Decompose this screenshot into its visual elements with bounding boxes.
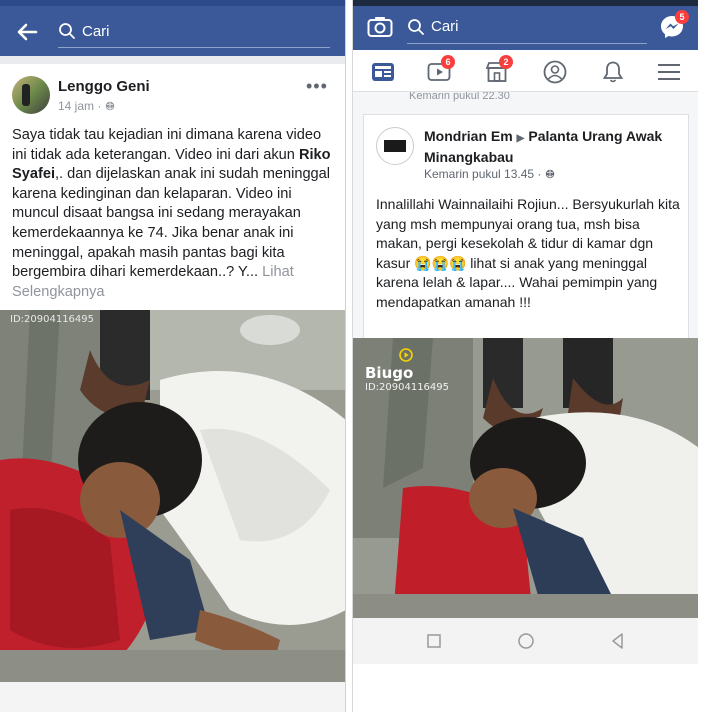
photo-watermark: ID:20904116495 bbox=[365, 382, 450, 393]
avatar[interactable] bbox=[12, 76, 50, 114]
search-placeholder[interactable]: Cari bbox=[82, 23, 110, 40]
meta-separator: · bbox=[537, 167, 542, 181]
watch-badge: 6 bbox=[441, 55, 455, 69]
photo-logo: Biugo bbox=[365, 348, 413, 382]
search-bar[interactable]: Cari bbox=[407, 14, 647, 44]
back-icon[interactable] bbox=[609, 632, 627, 650]
news-feed: Kemarin pukul 22.30 Mondrian Em ▶ Palanta … bbox=[353, 92, 698, 338]
post-card: Mondrian Em ▶ Palanta Urang Awak Minangkab… bbox=[363, 114, 689, 338]
post-author-line: Mondrian Em ▶ Palanta Urang Awak Minangkab… bbox=[424, 127, 686, 166]
photo-scene bbox=[0, 310, 345, 682]
post-meta: 14 jam · bbox=[58, 99, 115, 113]
search-icon bbox=[407, 18, 425, 36]
post-body: Innalillahi Wainnailaihi Rojiun... Bersy… bbox=[376, 196, 680, 310]
arrow-right-icon: ▶ bbox=[516, 133, 525, 144]
search-icon bbox=[58, 22, 76, 40]
marketplace-badge: 2 bbox=[499, 55, 513, 69]
post-time[interactable]: Kemarin pukul 13.45 bbox=[424, 167, 534, 181]
news-feed-icon bbox=[371, 63, 395, 88]
photo-watermark: ID:20904116495 bbox=[10, 314, 95, 325]
top-bar: Cari 5 bbox=[353, 6, 698, 50]
post-meta: Kemarin pukul 13.45 · bbox=[424, 167, 555, 181]
blank-area bbox=[353, 664, 698, 712]
android-nav-bar bbox=[353, 618, 698, 664]
recent-apps-icon[interactable] bbox=[425, 632, 443, 650]
post-author[interactable]: Mondrian Em bbox=[424, 128, 513, 144]
post-time[interactable]: 14 jam bbox=[58, 99, 94, 113]
post-photo[interactable]: Biugo ID:20904116495 bbox=[353, 338, 698, 618]
android-nav-bar bbox=[0, 682, 345, 712]
marketplace-icon bbox=[485, 62, 509, 88]
screenshot-collage: Cari Lenggo Geni 14 jam · ••• Saya tidak… bbox=[0, 0, 710, 712]
home-icon[interactable] bbox=[517, 632, 535, 650]
post-photo[interactable]: ID:20904116495 bbox=[0, 310, 345, 682]
hamburger-menu-icon bbox=[657, 64, 681, 88]
tab-menu[interactable] bbox=[657, 60, 683, 84]
camera-icon[interactable] bbox=[367, 15, 393, 39]
profile-icon bbox=[543, 60, 567, 88]
messenger-badge: 5 bbox=[675, 10, 689, 24]
post-body: Saya tidak tau kejadian ini dimana karen… bbox=[12, 126, 338, 302]
search-placeholder[interactable]: Cari bbox=[431, 18, 459, 35]
search-bar[interactable]: Cari bbox=[58, 18, 330, 48]
avatar[interactable] bbox=[376, 127, 414, 165]
bell-icon bbox=[601, 61, 625, 88]
messenger-icon[interactable]: 5 bbox=[659, 10, 689, 40]
previous-post-time: Kemarin pukul 22.30 bbox=[409, 92, 510, 102]
video-icon bbox=[427, 63, 451, 88]
tab-watch[interactable]: 6 bbox=[427, 55, 455, 84]
tab-profile[interactable] bbox=[543, 60, 569, 84]
tab-bar: 6 2 bbox=[353, 50, 698, 92]
tab-marketplace[interactable]: 2 bbox=[485, 55, 513, 84]
tab-notifications[interactable] bbox=[601, 60, 627, 84]
left-phone-screen: Cari Lenggo Geni 14 jam · ••• Saya tidak… bbox=[0, 0, 346, 712]
globe-icon bbox=[105, 99, 115, 113]
more-options-icon[interactable]: ••• bbox=[306, 76, 328, 97]
post-header: Lenggo Geni 14 jam · ••• bbox=[0, 56, 345, 122]
meta-separator: · bbox=[97, 99, 102, 113]
back-arrow-icon[interactable] bbox=[14, 20, 40, 44]
top-bar: Cari bbox=[0, 6, 345, 56]
post-author[interactable]: Lenggo Geni bbox=[58, 78, 150, 95]
post-text-part1: Saya tidak tau kejadian ini dimana karen… bbox=[12, 127, 322, 163]
previous-post-meta: Kemarin pukul 22.30 bbox=[409, 92, 510, 102]
tab-news-feed[interactable] bbox=[371, 60, 397, 84]
right-phone-screen: Cari 5 6 2 Kemarin pukul 22.30 Mondrian … bbox=[352, 0, 698, 712]
globe-icon bbox=[545, 167, 555, 181]
photo-logo-text: Biugo bbox=[365, 364, 414, 382]
